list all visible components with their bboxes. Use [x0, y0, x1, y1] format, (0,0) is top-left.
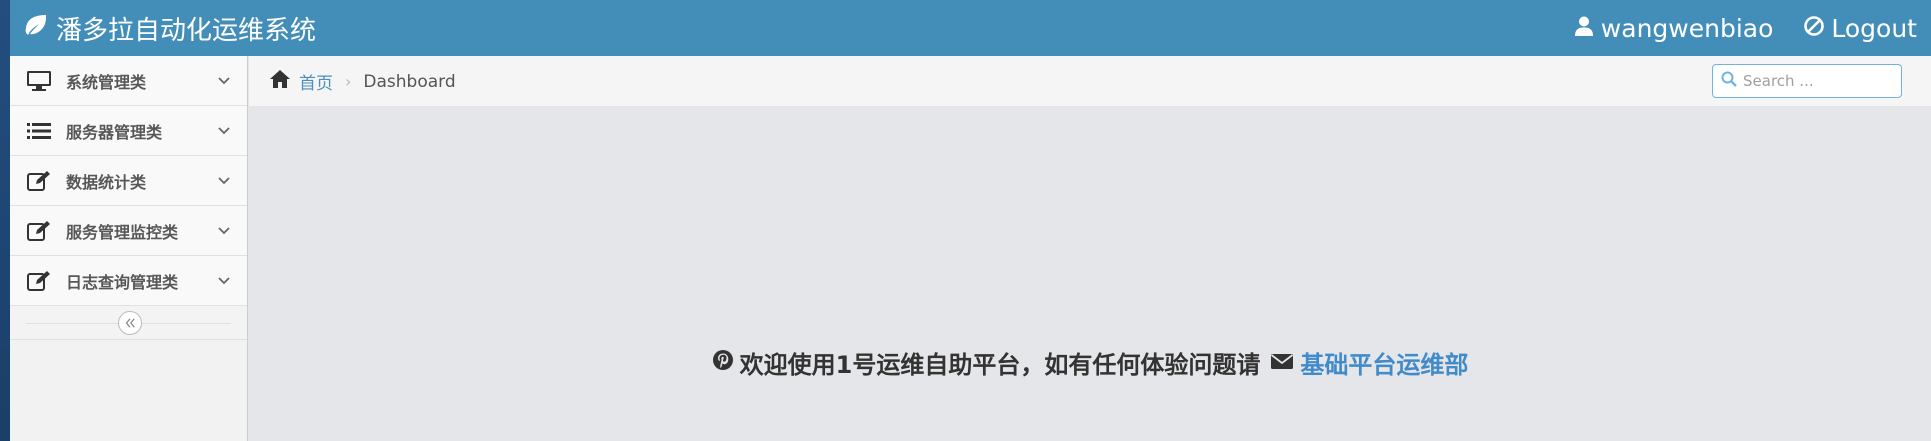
breadcrumb: 首页 › Dashboard: [269, 56, 456, 107]
sidebar-item-system[interactable]: 系统管理类: [10, 56, 247, 106]
double-angle-left-icon: [124, 314, 136, 333]
envelope-icon: [1266, 349, 1294, 377]
app-title: 潘多拉自动化运维系统: [56, 15, 317, 46]
breadcrumb-current: Dashboard: [363, 71, 456, 92]
logout-label: Logout: [1831, 13, 1917, 43]
logout-link[interactable]: Logout: [1803, 14, 1917, 43]
username: wangwenbiao: [1600, 13, 1774, 43]
sidebar-item-label: 服务管理监控类: [66, 222, 179, 242]
main-content: 欢迎使用1号运维自助平台，如有任何体验问题请 基础平台运维部: [249, 107, 1931, 441]
home-icon[interactable]: [269, 69, 299, 94]
edit-icon: [26, 270, 52, 292]
sidebar-item-stats[interactable]: 数据统计类: [10, 156, 247, 206]
desktop-edge: [0, 0, 10, 441]
chevron-down-icon: [217, 123, 231, 137]
sidebar: 系统管理类 服务器管理类 数据统计类 服务管理监控类 日志查询管理类: [10, 56, 248, 441]
sidebar-item-label: 数据统计类: [66, 172, 147, 192]
breadcrumb-home-link[interactable]: 首页: [299, 69, 333, 94]
chevron-down-icon: [217, 73, 231, 87]
sidebar-item-logs[interactable]: 日志查询管理类: [10, 256, 247, 306]
search-box: [1712, 64, 1902, 98]
sidebar-item-label: 系统管理类: [66, 72, 147, 92]
sidebar-collapse-button[interactable]: [118, 311, 142, 335]
search-input[interactable]: [1743, 72, 1893, 90]
user-menu[interactable]: wangwenbiao: [1573, 13, 1774, 43]
app-window: 潘多拉自动化运维系统 wangwenbiao Logout 系统管理类 服务器管…: [10, 0, 1931, 441]
chevron-down-icon: [217, 273, 231, 287]
leaf-icon: [24, 13, 48, 43]
edit-icon: [26, 220, 52, 242]
search-icon: [1713, 71, 1743, 91]
user-icon: [1573, 14, 1595, 43]
list-icon: [26, 120, 52, 142]
chevron-down-icon: [217, 223, 231, 237]
chevron-down-icon: [217, 173, 231, 187]
sidebar-item-servers[interactable]: 服务器管理类: [10, 106, 247, 156]
sidebar-collapse-row: [10, 306, 247, 340]
brand[interactable]: 潘多拉自动化运维系统: [24, 0, 316, 56]
breadcrumb-separator: ›: [345, 72, 352, 91]
welcome-message: 欢迎使用1号运维自助平台，如有任何体验问题请 基础平台运维部: [249, 345, 1931, 380]
navbar-user-area: wangwenbiao Logout: [1573, 0, 1917, 56]
sidebar-item-monitoring[interactable]: 服务管理监控类: [10, 206, 247, 256]
breadcrumb-bar: 首页 › Dashboard: [249, 56, 1931, 107]
desktop-icon: [26, 70, 52, 92]
sidebar-item-label: 服务器管理类: [66, 122, 163, 142]
edit-icon: [26, 170, 52, 192]
dept-contact-link[interactable]: 基础平台运维部: [1300, 345, 1468, 380]
welcome-text: 欢迎使用1号运维自助平台，如有任何体验问题请: [739, 351, 1261, 379]
pinterest-icon: [712, 349, 734, 377]
top-navbar: 潘多拉自动化运维系统 wangwenbiao Logout: [10, 0, 1931, 56]
sidebar-item-label: 日志查询管理类: [66, 272, 179, 292]
ban-icon: [1803, 14, 1825, 43]
